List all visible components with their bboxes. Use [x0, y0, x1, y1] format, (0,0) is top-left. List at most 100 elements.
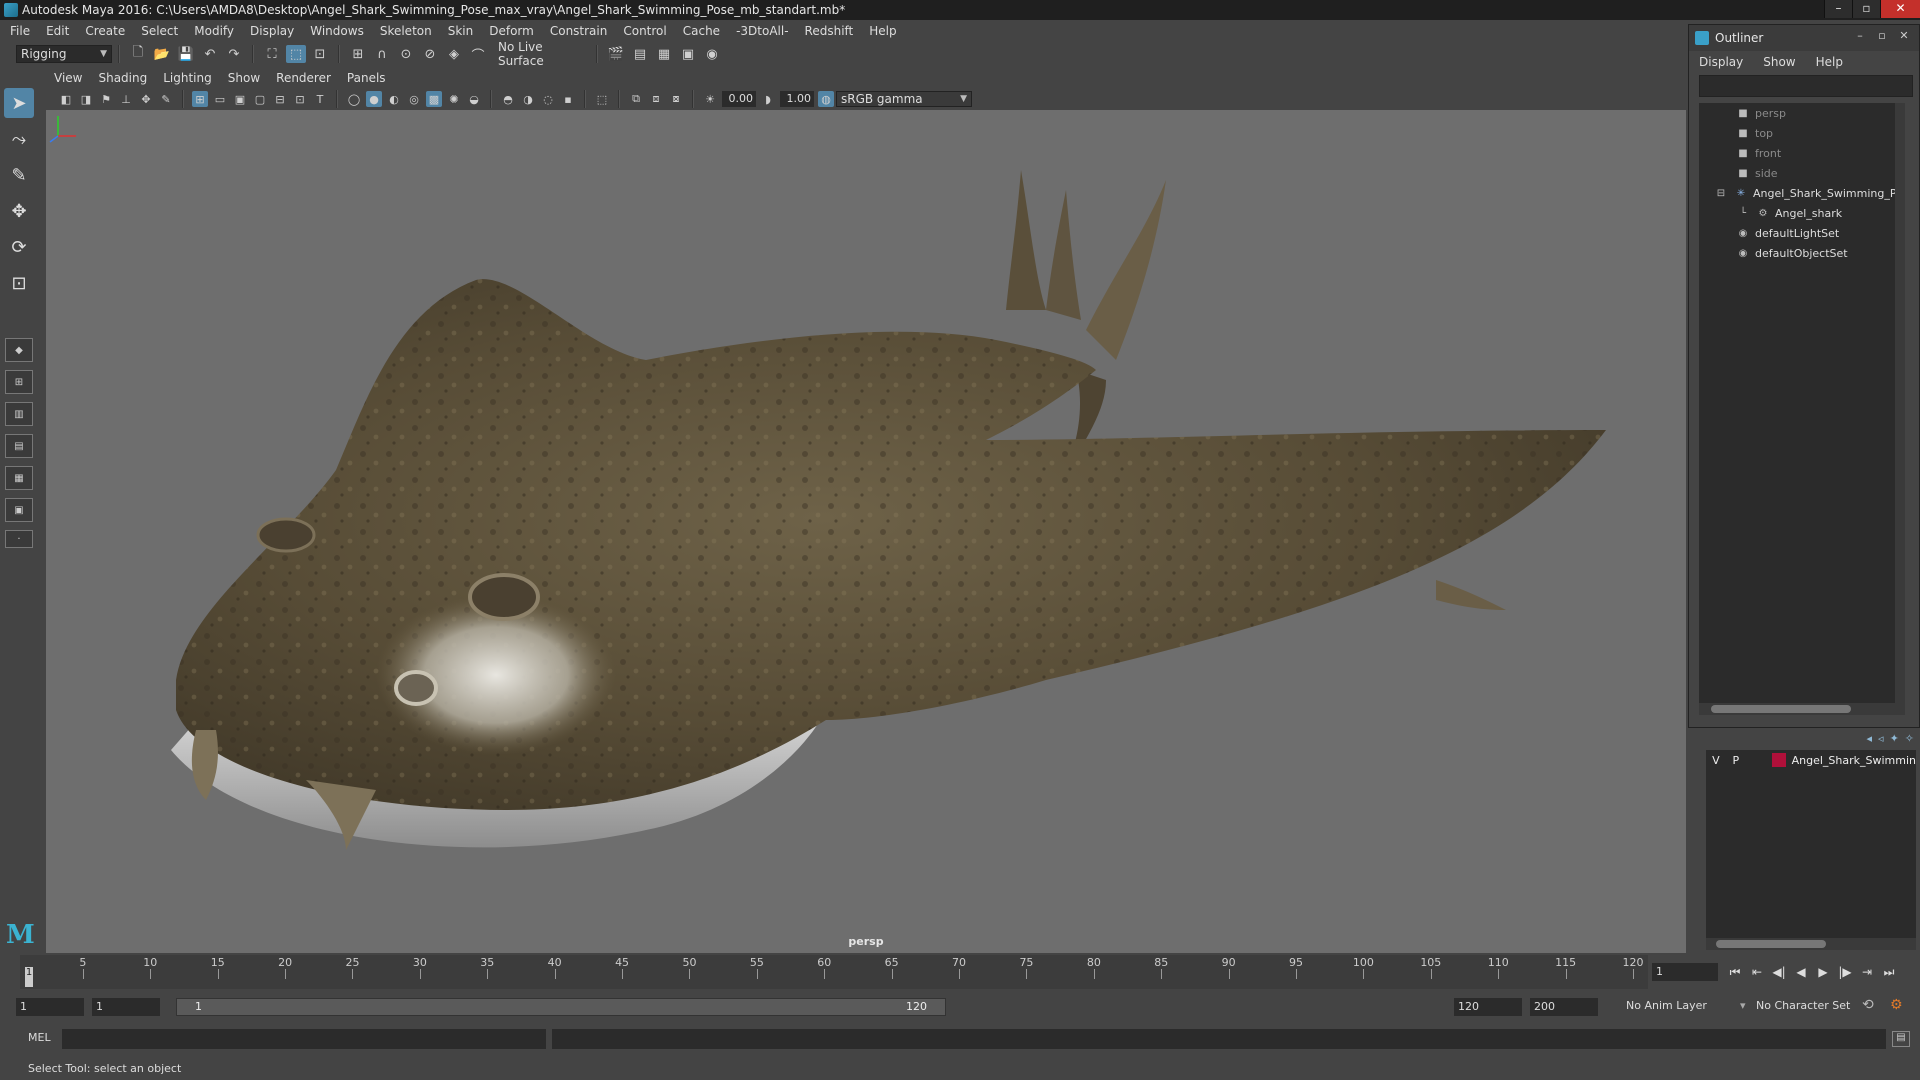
- chevron-down-icon[interactable]: ▾: [1740, 999, 1746, 1012]
- use-all-lights-icon[interactable]: ✺: [446, 91, 462, 107]
- menu-windows[interactable]: Windows: [310, 24, 364, 38]
- animation-end-field[interactable]: 200: [1530, 998, 1598, 1016]
- image-plane-icon[interactable]: ⊥: [118, 91, 134, 107]
- isolate-select-icon[interactable]: ⬚: [594, 91, 610, 107]
- render-view-icon[interactable]: 🎬: [606, 45, 626, 63]
- safe-title-icon[interactable]: T: [312, 91, 328, 107]
- persp-graph-layout-icon[interactable]: ▤: [5, 434, 33, 458]
- hypershade-layout-icon[interactable]: ▦: [5, 466, 33, 490]
- depth-of-field-icon[interactable]: ▪: [560, 91, 576, 107]
- snap-surface-icon[interactable]: ◈: [444, 45, 464, 63]
- make-live-icon[interactable]: ⌒: [468, 45, 488, 64]
- grid-toggle-icon[interactable]: ⊞: [192, 91, 208, 107]
- menu-create[interactable]: Create: [85, 24, 125, 38]
- outliner-item[interactable]: ■ persp: [1699, 103, 1905, 123]
- move-layer-down-icon[interactable]: ◃: [1878, 732, 1884, 745]
- outliner-minimize-button[interactable]: –: [1849, 29, 1871, 42]
- select-tool-icon[interactable]: ➤: [4, 88, 34, 118]
- close-button[interactable]: ✕: [1880, 0, 1920, 18]
- vp-menu-renderer[interactable]: Renderer: [276, 71, 331, 85]
- menu-edit[interactable]: Edit: [46, 24, 69, 38]
- menu-3dtoall[interactable]: -3DtoAll-: [736, 24, 788, 38]
- snap-curve-icon[interactable]: ∩: [372, 45, 392, 63]
- shadows-icon[interactable]: ◒: [466, 91, 482, 107]
- layer-color-swatch[interactable]: [1771, 753, 1786, 767]
- play-forwards-icon[interactable]: ▶: [1812, 965, 1834, 979]
- move-layer-up-icon[interactable]: ◂: [1867, 732, 1873, 745]
- bookmark-icon[interactable]: ⚑: [98, 91, 114, 107]
- select-hierarchy-icon[interactable]: ⛶: [262, 45, 282, 63]
- character-set-dropdown[interactable]: No Character Set: [1756, 999, 1850, 1012]
- paint-select-tool-icon[interactable]: ✎: [4, 160, 34, 190]
- camera-select-icon[interactable]: ◧: [58, 91, 74, 107]
- playback-start-field[interactable]: 1: [92, 998, 160, 1016]
- exposure-field[interactable]: 0.00: [722, 91, 756, 107]
- color-management-icon[interactable]: ◍: [818, 91, 834, 107]
- hypershade-icon[interactable]: ◉: [702, 45, 722, 63]
- gamma-field[interactable]: 1.00: [780, 91, 814, 107]
- menu-modify[interactable]: Modify: [194, 24, 234, 38]
- auto-key-icon[interactable]: ⟲: [1862, 997, 1874, 1013]
- menu-constrain[interactable]: Constrain: [550, 24, 608, 38]
- select-object-icon[interactable]: ⬚: [286, 45, 306, 63]
- film-gate-icon[interactable]: ▭: [212, 91, 228, 107]
- two-d-pan-icon[interactable]: ✥: [138, 91, 154, 107]
- playhead[interactable]: 1: [25, 967, 33, 987]
- vp-menu-shading[interactable]: Shading: [98, 71, 147, 85]
- move-tool-icon[interactable]: ✥: [4, 196, 34, 226]
- four-view-layout-icon[interactable]: ⊞: [5, 370, 33, 394]
- render-frame-icon[interactable]: ▤: [630, 45, 650, 63]
- collapse-icon[interactable]: ⊟: [1713, 188, 1729, 199]
- outliner-item[interactable]: ■ side: [1699, 163, 1905, 183]
- new-layer-selected-icon[interactable]: ✧: [1905, 732, 1914, 745]
- anti-aliasing-icon[interactable]: ◌: [540, 91, 556, 107]
- select-component-icon[interactable]: ⊡: [310, 45, 330, 63]
- more-layouts-icon[interactable]: ·: [5, 530, 33, 548]
- wireframe-icon[interactable]: ◯: [346, 91, 362, 107]
- layer-visibility-toggle[interactable]: V: [1706, 754, 1726, 767]
- rotate-tool-icon[interactable]: ⟳: [4, 232, 34, 262]
- outliner-close-button[interactable]: ✕: [1893, 29, 1915, 42]
- outliner-item[interactable]: ◉ defaultObjectSet: [1699, 243, 1905, 263]
- scrollbar-thumb[interactable]: [1716, 940, 1826, 948]
- outliner-item[interactable]: └ ⚙ Angel_shark: [1699, 203, 1905, 223]
- ipr-render-icon[interactable]: ▦: [654, 45, 674, 63]
- menu-skeleton[interactable]: Skeleton: [380, 24, 432, 38]
- menu-cache[interactable]: Cache: [683, 24, 720, 38]
- vp-menu-view[interactable]: View: [54, 71, 82, 85]
- field-chart-icon[interactable]: ⊟: [272, 91, 288, 107]
- vp-menu-show[interactable]: Show: [228, 71, 260, 85]
- minimize-button[interactable]: –: [1824, 0, 1852, 18]
- outliner-maximize-button[interactable]: ▫: [1871, 29, 1893, 42]
- snap-grid-icon[interactable]: ⊞: [348, 45, 368, 63]
- gate-mask-icon[interactable]: ▢: [252, 91, 268, 107]
- persp-uv-layout-icon[interactable]: ▣: [5, 498, 33, 522]
- layer-row[interactable]: V P Angel_Shark_Swimmin: [1706, 750, 1916, 770]
- mel-label[interactable]: MEL: [28, 1031, 51, 1044]
- persp-outliner-layout-icon[interactable]: ▥: [5, 402, 33, 426]
- view-transform-dropdown[interactable]: sRGB gamma ▼: [836, 91, 972, 107]
- perspective-viewport[interactable]: persp: [46, 110, 1686, 953]
- lasso-tool-icon[interactable]: ⤳: [4, 124, 34, 154]
- maximize-button[interactable]: ▫: [1852, 0, 1880, 18]
- step-back-key-icon[interactable]: ⇤: [1746, 965, 1768, 979]
- layer-horizontal-scrollbar[interactable]: [1706, 938, 1916, 950]
- render-settings-icon[interactable]: ▣: [678, 45, 698, 63]
- undo-icon[interactable]: ↶: [200, 45, 220, 63]
- scrollbar-thumb[interactable]: [1711, 705, 1851, 713]
- go-to-end-icon[interactable]: ⏭: [1878, 965, 1900, 980]
- menu-file[interactable]: File: [10, 24, 30, 38]
- outliner-vertical-scrollbar[interactable]: [1895, 103, 1905, 703]
- menu-skin[interactable]: Skin: [448, 24, 474, 38]
- outliner-menu-show[interactable]: Show: [1763, 55, 1795, 69]
- exposure-icon[interactable]: ☀: [702, 91, 718, 107]
- camera-attributes-icon[interactable]: ◨: [78, 91, 94, 107]
- playback-end-field[interactable]: 120: [1454, 998, 1522, 1016]
- save-scene-icon[interactable]: 💾: [176, 45, 196, 63]
- gamma-icon[interactable]: ◗: [760, 91, 776, 107]
- open-scene-icon[interactable]: 📂: [152, 45, 172, 63]
- animation-start-field[interactable]: 1: [16, 998, 84, 1016]
- menu-redshift[interactable]: Redshift: [805, 24, 854, 38]
- new-layer-icon[interactable]: ✦: [1890, 732, 1899, 745]
- grease-pencil-icon[interactable]: ✎: [158, 91, 174, 107]
